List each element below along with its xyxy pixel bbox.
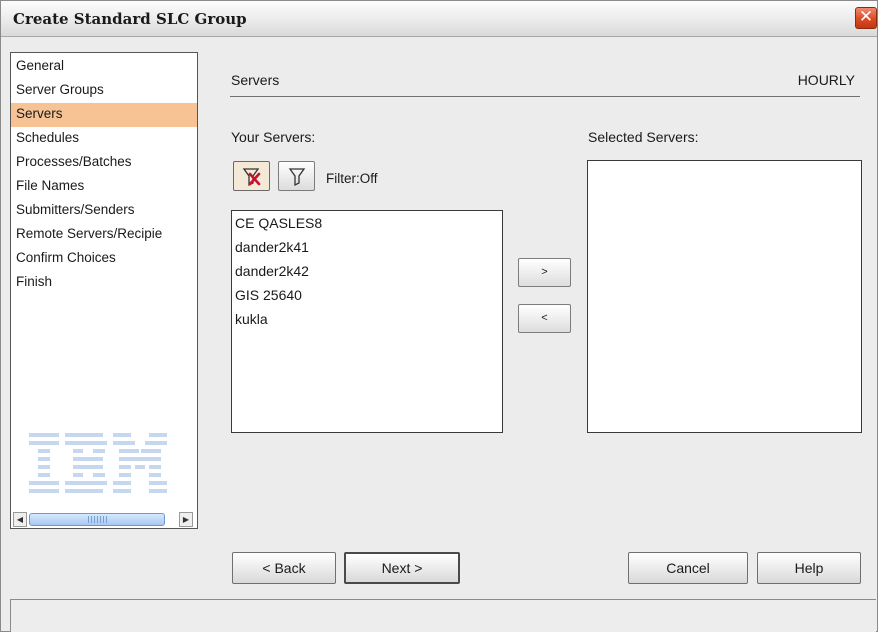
add-server-button[interactable]: > bbox=[518, 258, 571, 287]
selected-servers-label: Selected Servers: bbox=[588, 129, 699, 145]
status-bar bbox=[10, 599, 876, 632]
step-list-horizontal-scrollbar[interactable]: ◀ ▶ bbox=[13, 512, 195, 527]
your-servers-list[interactable]: CE QASLES8 dander2k41 dander2k42 GIS 25640 k… bbox=[231, 210, 503, 433]
wizard-step-item[interactable]: File Names bbox=[11, 175, 197, 199]
filter-icon bbox=[288, 168, 306, 187]
section-divider bbox=[230, 96, 860, 97]
wizard-window: Create Standard SLC Group ✕ General Serve… bbox=[0, 0, 878, 632]
filter-button[interactable] bbox=[278, 161, 315, 191]
wizard-step-item[interactable]: Server Groups bbox=[11, 79, 197, 103]
server-list-item[interactable]: CE QASLES8 bbox=[234, 212, 500, 236]
selected-servers-list[interactable] bbox=[587, 160, 862, 433]
server-list-item[interactable]: dander2k41 bbox=[234, 236, 500, 260]
wizard-step-item[interactable]: General bbox=[11, 55, 197, 79]
scroll-right-arrow-icon[interactable]: ▶ bbox=[179, 512, 193, 527]
scrollbar-thumb[interactable] bbox=[29, 513, 165, 526]
section-title: Servers bbox=[231, 72, 280, 88]
wizard-step-item[interactable]: Submitters/Senders bbox=[11, 199, 197, 223]
clear-filter-button[interactable] bbox=[233, 161, 270, 191]
filter-clear-icon bbox=[242, 168, 261, 187]
title-bar[interactable]: Create Standard SLC Group ✕ bbox=[1, 1, 877, 37]
help-button[interactable]: Help bbox=[757, 552, 861, 584]
your-servers-label: Your Servers: bbox=[231, 129, 316, 145]
wizard-step-item[interactable]: Remote Servers/Recipie bbox=[11, 223, 197, 247]
window-title: Create Standard SLC Group bbox=[13, 10, 247, 28]
wizard-step-item[interactable]: Servers bbox=[11, 103, 197, 127]
wizard-step-item[interactable]: Confirm Choices bbox=[11, 247, 197, 271]
close-button[interactable]: ✕ bbox=[855, 7, 877, 29]
wizard-step-item[interactable]: Schedules bbox=[11, 127, 197, 151]
scroll-left-arrow-icon[interactable]: ◀ bbox=[13, 512, 27, 527]
server-list-item[interactable]: kukla bbox=[234, 308, 500, 332]
wizard-step-item[interactable]: Processes/Batches bbox=[11, 151, 197, 175]
wizard-step-list: General Server Groups Servers Schedules Proc… bbox=[10, 52, 198, 529]
cancel-button[interactable]: Cancel bbox=[628, 552, 748, 584]
filter-status: Filter:Off bbox=[326, 171, 378, 186]
server-list-item[interactable]: GIS 25640 bbox=[234, 284, 500, 308]
server-list-item[interactable]: dander2k42 bbox=[234, 260, 500, 284]
scrollbar-grip-icon bbox=[88, 516, 108, 523]
back-button[interactable]: < Back bbox=[232, 552, 336, 584]
next-button[interactable]: Next > bbox=[344, 552, 460, 584]
close-icon: ✕ bbox=[858, 7, 874, 27]
wizard-step-item[interactable]: Finish bbox=[11, 271, 197, 295]
remove-server-button[interactable]: < bbox=[518, 304, 571, 333]
ibm-logo bbox=[29, 433, 167, 493]
schedule-label: HOURLY bbox=[797, 72, 855, 88]
